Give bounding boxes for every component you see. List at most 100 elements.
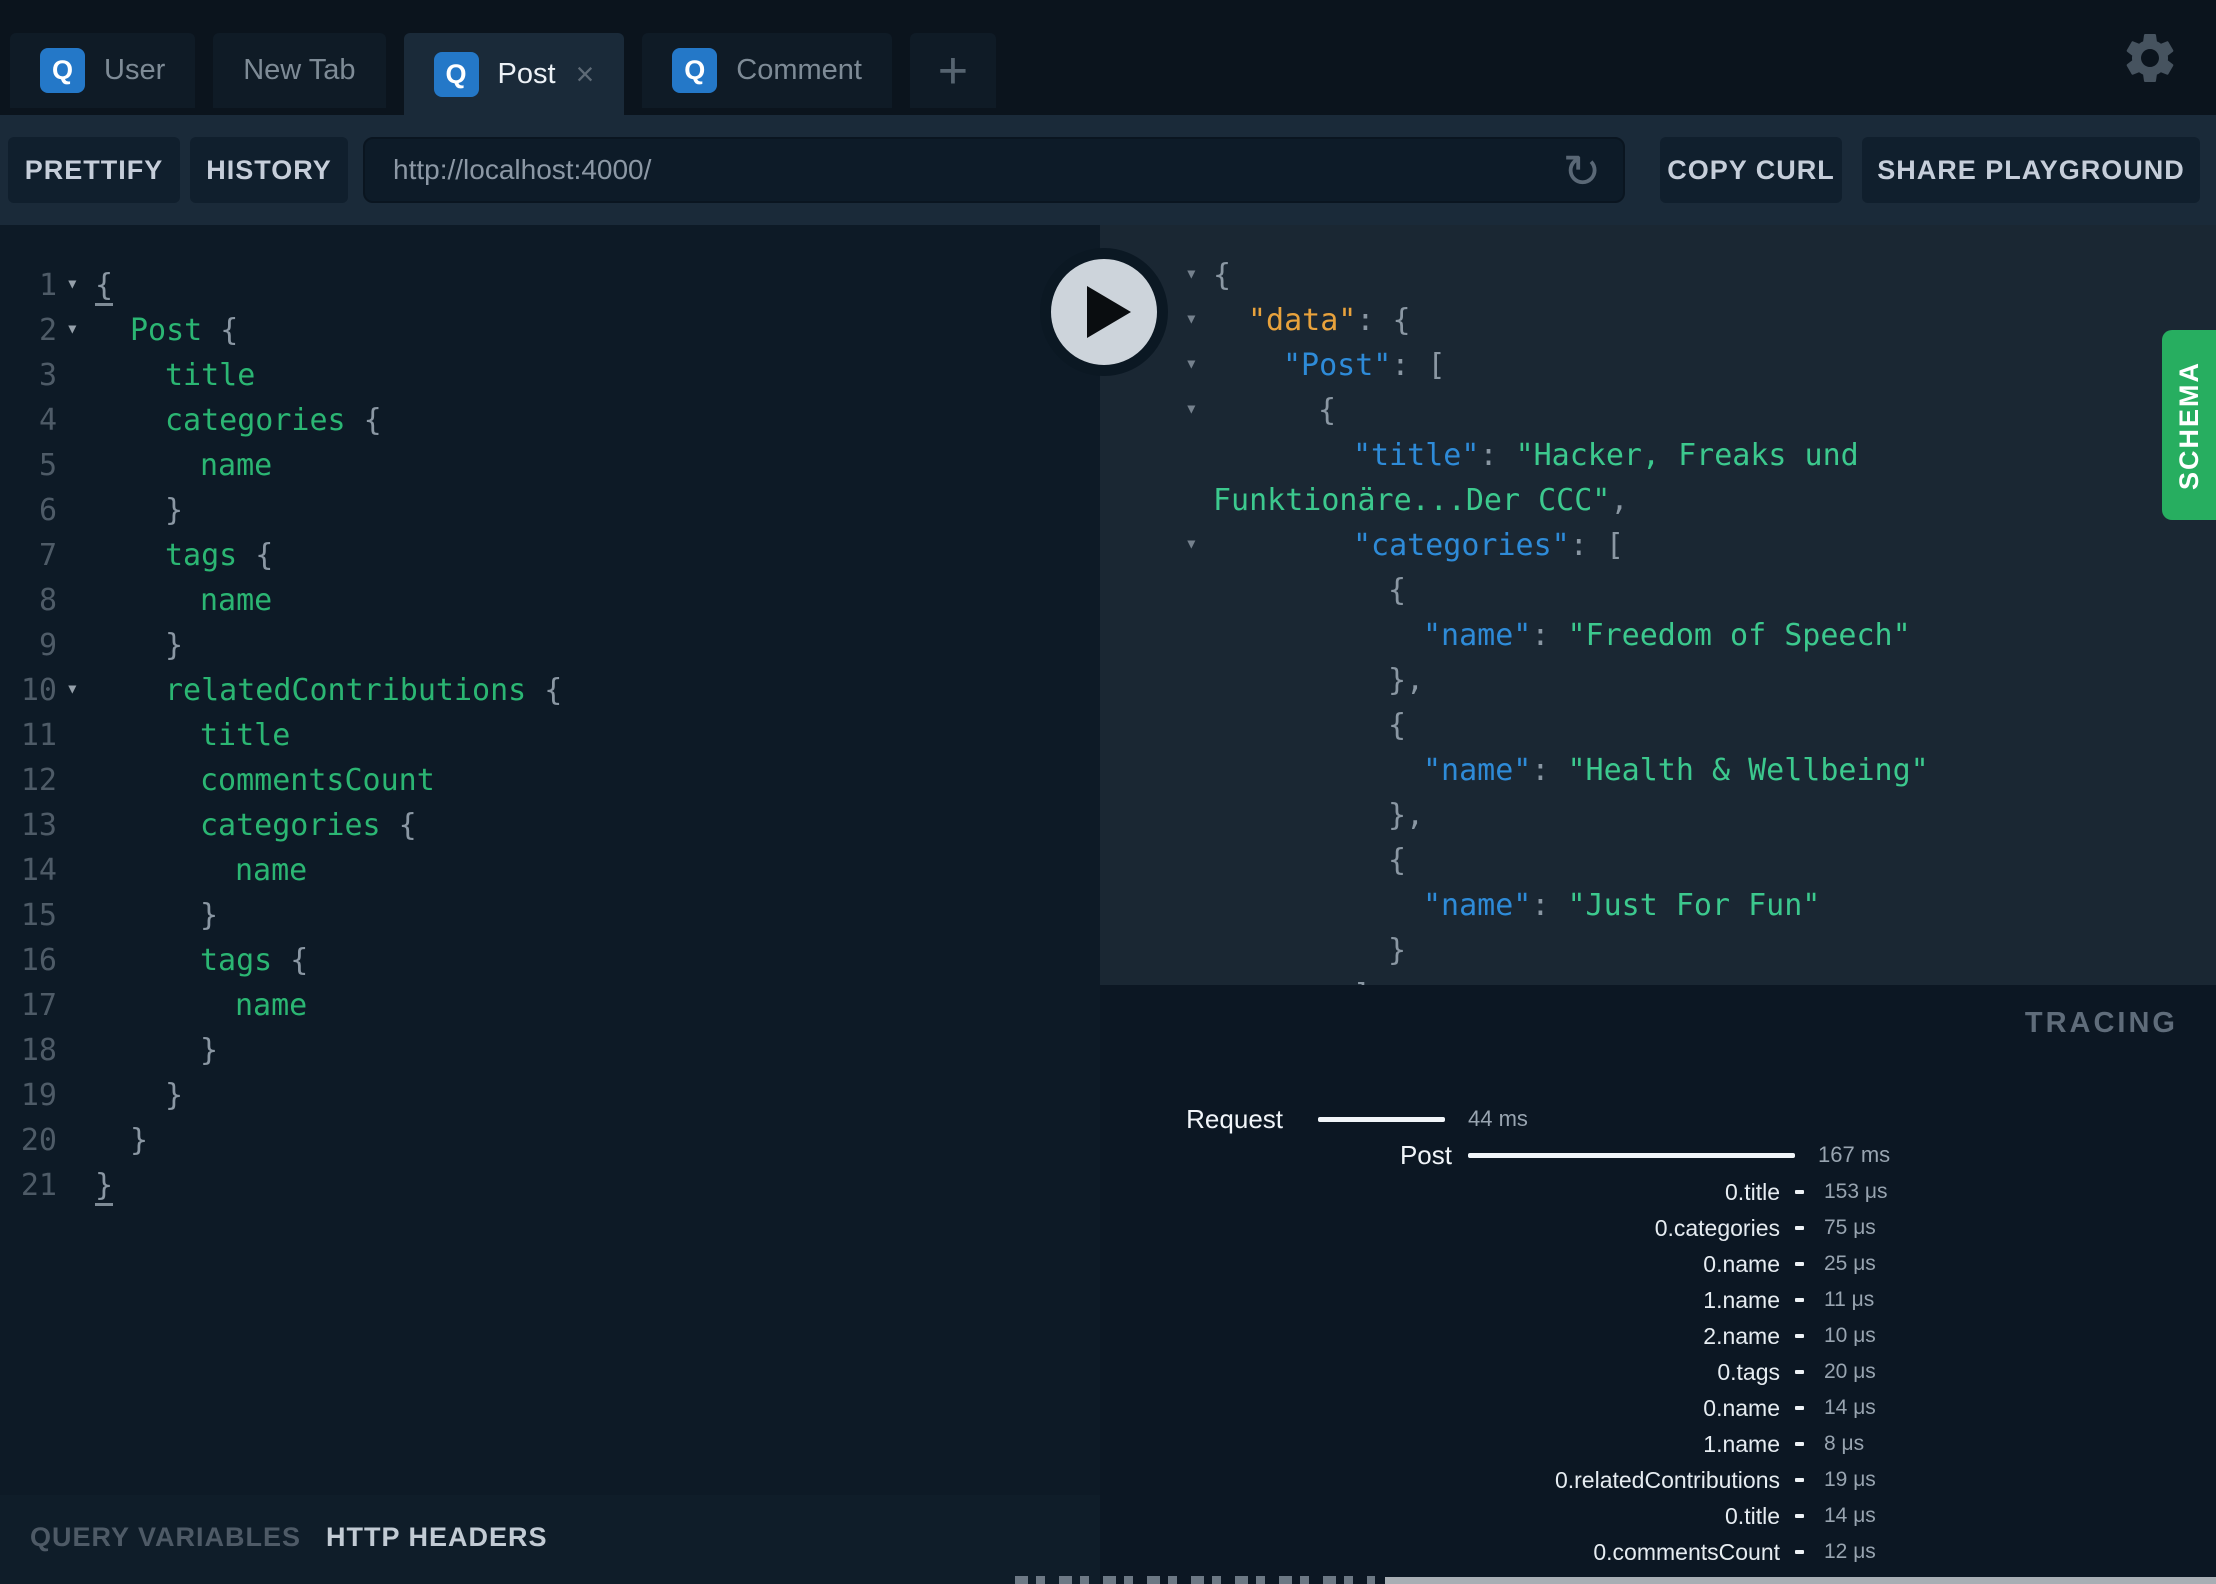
code-text: name: [235, 853, 308, 888]
editor-line: 9}: [0, 623, 1100, 668]
response-line: {: [1100, 568, 2216, 613]
line-number: 1: [38, 268, 57, 303]
code-text: title: [200, 718, 291, 753]
response-line: Funktionäre...Der CCC",: [1100, 478, 2216, 523]
code-text: relatedContributions {: [165, 673, 563, 708]
editor-line: 1 ▾ {: [0, 263, 1100, 308]
endpoint-url-input[interactable]: [363, 137, 1625, 203]
code-text: }: [200, 898, 219, 933]
json-text: },: [1388, 663, 1425, 698]
editor-line: 3 title: [0, 353, 1100, 398]
line-number: 4: [38, 403, 57, 438]
response-line: ]: [1100, 973, 2216, 985]
copy-curl-button[interactable]: COPY CURL: [1660, 137, 1842, 203]
tracing-field-duration: 14 μs: [1824, 1504, 1876, 1527]
response-line: "name": "Freedom of Speech": [1100, 613, 2216, 658]
code-text: {: [95, 263, 114, 308]
settings-gear-icon[interactable]: [2120, 28, 2180, 88]
tracing-post-duration: 167 ms: [1818, 1142, 1891, 1167]
json-text: {: [1388, 573, 1407, 608]
response-line: ▾ "data": {: [1100, 298, 2216, 343]
code-text: name: [200, 583, 273, 618]
tab-label: New Tab: [243, 54, 356, 86]
horizontal-scrollbar-thumb[interactable]: [1385, 1577, 2216, 1584]
fold-arrow-icon[interactable]: ▾: [66, 306, 79, 351]
editor-line: 15}: [0, 893, 1100, 938]
tracing-field-duration: 14 μs: [1824, 1396, 1876, 1419]
line-number: 21: [20, 1168, 57, 1203]
editor-line: 19}: [0, 1073, 1100, 1118]
tracing-field-label: 0.title: [1725, 1179, 1780, 1205]
execute-query-button[interactable]: [1040, 248, 1168, 376]
share-playground-button[interactable]: SHARE PLAYGROUND: [1862, 137, 2200, 203]
line-number: 6: [38, 493, 57, 528]
tab-new-tab[interactable]: New Tab: [213, 33, 386, 108]
code-text: }: [95, 1163, 114, 1208]
line-number: 10: [20, 673, 57, 708]
tracing-field-bar: [1795, 1514, 1804, 1518]
line-number: 3: [38, 358, 57, 393]
prettify-button[interactable]: PRETTIFY: [8, 137, 180, 203]
tracing-field-row: 1.name 8 μs: [1100, 1426, 2216, 1462]
code-text: name: [235, 988, 308, 1023]
code-text: title: [165, 358, 256, 393]
response-line: {: [1100, 703, 2216, 748]
code-text: }: [165, 1078, 184, 1113]
json-text: "Post": [: [1283, 348, 1446, 383]
play-icon: [1087, 286, 1131, 338]
editor-line: 21}: [0, 1163, 1100, 1208]
line-number: 20: [20, 1123, 57, 1158]
tracing-field-row: 0.tags 20 μs: [1100, 1354, 2216, 1390]
tab-comment[interactable]: Q Comment: [642, 33, 892, 108]
tracing-request-row: Request 44 ms: [1100, 1101, 2216, 1137]
json-text: "categories": [: [1353, 528, 1624, 563]
new-tab-button[interactable]: +: [909, 33, 996, 108]
tracing-field-duration: 75 μs: [1824, 1216, 1876, 1239]
tracing-field-row: 1.name 11 μs: [1100, 1282, 2216, 1318]
tracing-field-bar: [1795, 1478, 1804, 1482]
tracing-field-bar: [1795, 1370, 1804, 1374]
tab-bar: Q User New Tab Q Post × Q Comment +: [0, 0, 2216, 115]
fold-arrow-icon[interactable]: ▾: [1185, 296, 1198, 341]
tab-user[interactable]: Q User: [10, 33, 196, 108]
code-text: tags {: [165, 538, 274, 573]
query-variables-tab[interactable]: QUERY VARIABLES: [30, 1522, 301, 1553]
response-line: }: [1100, 928, 2216, 973]
close-tab-icon[interactable]: ×: [576, 58, 595, 90]
response-line: },: [1100, 793, 2216, 838]
json-text: Funktionäre...Der CCC",: [1213, 483, 1629, 518]
tracing-field-row: 0.name 14 μs: [1100, 1390, 2216, 1426]
json-text: {: [1213, 258, 1232, 293]
json-text: }: [1388, 933, 1407, 968]
code-text: commentsCount: [200, 763, 435, 798]
tracing-field-bar: [1795, 1190, 1804, 1194]
editor-line: 12 commentsCount: [0, 758, 1100, 803]
json-text: "name": "Freedom of Speech": [1423, 618, 1911, 653]
http-headers-tab[interactable]: HTTP HEADERS: [326, 1522, 548, 1553]
fold-arrow-icon[interactable]: ▾: [1185, 341, 1198, 386]
tracing-field-duration: 153 μs: [1824, 1180, 1888, 1203]
fold-arrow-icon[interactable]: ▾: [1185, 251, 1198, 296]
fold-arrow-icon[interactable]: ▾: [1185, 521, 1198, 566]
fold-arrow-icon[interactable]: ▾: [66, 261, 79, 306]
tracing-post-bar: [1468, 1153, 1795, 1158]
session-toolbar: PRETTIFY HISTORY ↺ COPY CURL SHARE PLAYG…: [0, 115, 2216, 225]
refresh-schema-icon[interactable]: ↺: [1552, 141, 1612, 201]
fold-arrow-icon[interactable]: ▾: [1185, 386, 1198, 431]
code-text: }: [130, 1123, 149, 1158]
schema-sidebar-tab[interactable]: SCHEMA: [2162, 330, 2216, 520]
line-number: 17: [20, 988, 57, 1023]
tab-post[interactable]: Q Post ×: [403, 33, 625, 115]
tab-label: User: [104, 54, 166, 86]
history-button[interactable]: HISTORY: [190, 137, 348, 203]
response-lines: ▾{▾ "data": {▾ "Post": [▾{"title": "Hacker…: [1100, 253, 2216, 985]
fold-arrow-icon[interactable]: ▾: [66, 666, 79, 711]
response-line: ▾ "categories": [: [1100, 523, 2216, 568]
json-text: "data": {: [1248, 303, 1411, 338]
json-text: },: [1388, 798, 1425, 833]
tracing-field-bar: [1795, 1406, 1804, 1410]
tracing-field-row: 0.title 153 μs: [1100, 1174, 2216, 1210]
query-editor[interactable]: 1 ▾ {2 ▾ Post {3 title 4 categories {5 name 6} 7 ta…: [0, 225, 1100, 1495]
response-line: ▾{: [1100, 388, 2216, 433]
tracing-field-label: 0.tags: [1717, 1359, 1780, 1385]
